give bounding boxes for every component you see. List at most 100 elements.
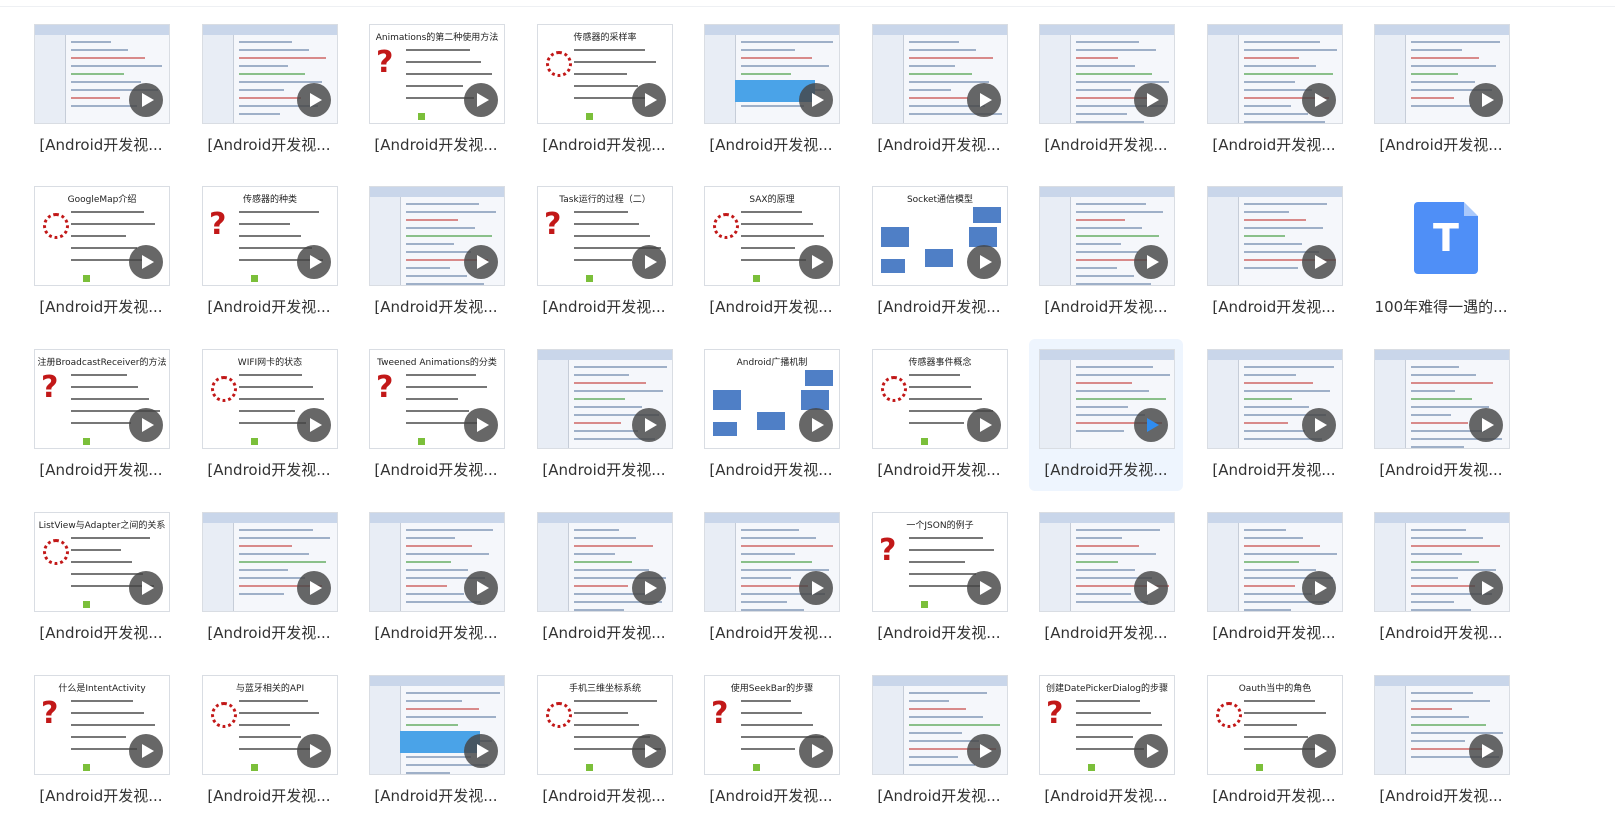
video-thumbnail[interactable] <box>1374 349 1510 449</box>
file-tile[interactable]: Android广播机制 [Android开发视... <box>694 349 848 501</box>
play-icon[interactable] <box>297 571 331 605</box>
play-icon[interactable] <box>1134 734 1168 768</box>
video-thumbnail[interactable]: 传感器事件概念 <box>872 349 1008 449</box>
play-icon[interactable] <box>967 245 1001 279</box>
play-icon[interactable] <box>297 83 331 117</box>
play-icon[interactable] <box>1134 571 1168 605</box>
file-tile[interactable]: Socket通信模型 [Android开发视... <box>862 186 1016 338</box>
file-tile[interactable]: SAX的原理 [Android开发视... <box>694 186 848 338</box>
file-tile[interactable]: T 100年难得一遇的... <box>1364 186 1518 338</box>
video-thumbnail[interactable]: 传感器的种类? <box>202 186 338 286</box>
file-tile[interactable]: [Android开发视... <box>1197 349 1351 501</box>
file-tile[interactable]: Task运行的过程（二）? [Android开发视... <box>527 186 681 338</box>
play-icon[interactable] <box>1469 571 1503 605</box>
play-icon[interactable] <box>632 734 666 768</box>
file-tile[interactable]: [Android开发视... <box>694 24 848 176</box>
file-tile[interactable]: [Android开发视... <box>1364 24 1518 176</box>
video-thumbnail[interactable]: Socket通信模型 <box>872 186 1008 286</box>
play-icon[interactable] <box>632 83 666 117</box>
play-icon[interactable] <box>464 571 498 605</box>
play-icon[interactable] <box>129 245 163 279</box>
file-tile[interactable]: [Android开发视... <box>1364 349 1518 501</box>
video-thumbnail[interactable] <box>1207 512 1343 612</box>
file-tile[interactable]: [Android开发视... <box>1029 186 1183 338</box>
video-thumbnail[interactable]: T <box>1374 186 1510 286</box>
video-thumbnail[interactable]: 与蓝牙相关的API <box>202 675 338 775</box>
video-thumbnail[interactable] <box>202 24 338 124</box>
video-thumbnail[interactable]: GoogleMap介绍 <box>34 186 170 286</box>
video-thumbnail[interactable]: 一个JSON的例子? <box>872 512 1008 612</box>
play-icon[interactable] <box>967 734 1001 768</box>
play-icon[interactable] <box>297 408 331 442</box>
file-tile[interactable]: 传感器的采样率 [Android开发视... <box>527 24 681 176</box>
file-tile[interactable]: 传感器的种类? [Android开发视... <box>192 186 346 338</box>
play-icon[interactable] <box>297 245 331 279</box>
video-thumbnail[interactable]: 什么是IntentActivity? <box>34 675 170 775</box>
play-icon[interactable] <box>129 408 163 442</box>
video-thumbnail[interactable] <box>537 349 673 449</box>
file-tile[interactable]: [Android开发视... <box>694 512 848 664</box>
video-thumbnail[interactable]: Tweened Animations的分类? <box>369 349 505 449</box>
file-tile[interactable]: GoogleMap介绍 [Android开发视... <box>24 186 178 338</box>
play-icon[interactable] <box>632 408 666 442</box>
play-icon[interactable] <box>464 245 498 279</box>
video-thumbnail[interactable]: 手机三维坐标系统 <box>537 675 673 775</box>
play-icon[interactable] <box>1302 734 1336 768</box>
file-tile[interactable]: [Android开发视... <box>1029 339 1183 491</box>
play-icon[interactable] <box>1302 83 1336 117</box>
video-thumbnail[interactable]: 传感器的采样率 <box>537 24 673 124</box>
play-icon[interactable] <box>1469 734 1503 768</box>
play-icon[interactable] <box>967 408 1001 442</box>
file-tile[interactable]: [Android开发视... <box>359 675 513 827</box>
file-tile[interactable]: [Android开发视... <box>862 675 1016 827</box>
file-tile[interactable]: [Android开发视... <box>1364 675 1518 827</box>
play-icon[interactable] <box>799 408 833 442</box>
play-icon[interactable] <box>632 245 666 279</box>
file-tile[interactable]: [Android开发视... <box>359 512 513 664</box>
file-tile[interactable]: [Android开发视... <box>1197 186 1351 338</box>
play-icon[interactable] <box>1302 571 1336 605</box>
video-thumbnail[interactable] <box>202 512 338 612</box>
file-tile[interactable]: [Android开发视... <box>192 24 346 176</box>
video-thumbnail[interactable] <box>1039 186 1175 286</box>
file-tile[interactable]: WIFI网卡的状态 [Android开发视... <box>192 349 346 501</box>
play-icon[interactable] <box>129 734 163 768</box>
play-icon[interactable] <box>464 734 498 768</box>
video-thumbnail[interactable] <box>1207 186 1343 286</box>
play-icon[interactable] <box>1134 408 1168 442</box>
file-tile[interactable]: [Android开发视... <box>1197 512 1351 664</box>
video-thumbnail[interactable] <box>369 512 505 612</box>
video-thumbnail[interactable]: 使用SeekBar的步骤? <box>704 675 840 775</box>
file-tile[interactable]: [Android开发视... <box>359 186 513 338</box>
file-tile[interactable]: 手机三维坐标系统 [Android开发视... <box>527 675 681 827</box>
file-tile[interactable]: [Android开发视... <box>1197 24 1351 176</box>
file-tile[interactable]: 与蓝牙相关的API [Android开发视... <box>192 675 346 827</box>
video-thumbnail[interactable] <box>1374 24 1510 124</box>
file-tile[interactable]: [Android开发视... <box>1029 24 1183 176</box>
file-tile[interactable]: [Android开发视... <box>1029 512 1183 664</box>
play-icon[interactable] <box>1469 408 1503 442</box>
file-tile[interactable]: [Android开发视... <box>527 512 681 664</box>
file-tile[interactable]: 使用SeekBar的步骤? [Android开发视... <box>694 675 848 827</box>
file-tile[interactable]: [Android开发视... <box>192 512 346 664</box>
play-icon[interactable] <box>967 83 1001 117</box>
file-tile[interactable]: 传感器事件概念 [Android开发视... <box>862 349 1016 501</box>
video-thumbnail[interactable] <box>1207 24 1343 124</box>
file-tile[interactable]: [Android开发视... <box>527 349 681 501</box>
video-thumbnail[interactable] <box>34 24 170 124</box>
video-thumbnail[interactable] <box>704 512 840 612</box>
video-thumbnail[interactable] <box>1039 349 1175 449</box>
play-icon[interactable] <box>1134 245 1168 279</box>
file-tile[interactable]: [Android开发视... <box>24 24 178 176</box>
video-thumbnail[interactable] <box>1039 24 1175 124</box>
video-thumbnail[interactable]: Animations的第二种使用方法? <box>369 24 505 124</box>
video-thumbnail[interactable] <box>369 675 505 775</box>
play-icon[interactable] <box>799 571 833 605</box>
video-thumbnail[interactable] <box>1374 675 1510 775</box>
play-icon[interactable] <box>464 408 498 442</box>
play-icon[interactable] <box>297 734 331 768</box>
video-thumbnail[interactable] <box>872 675 1008 775</box>
play-icon[interactable] <box>799 734 833 768</box>
video-thumbnail[interactable]: Oauth当中的角色 <box>1207 675 1343 775</box>
video-thumbnail[interactable] <box>704 24 840 124</box>
